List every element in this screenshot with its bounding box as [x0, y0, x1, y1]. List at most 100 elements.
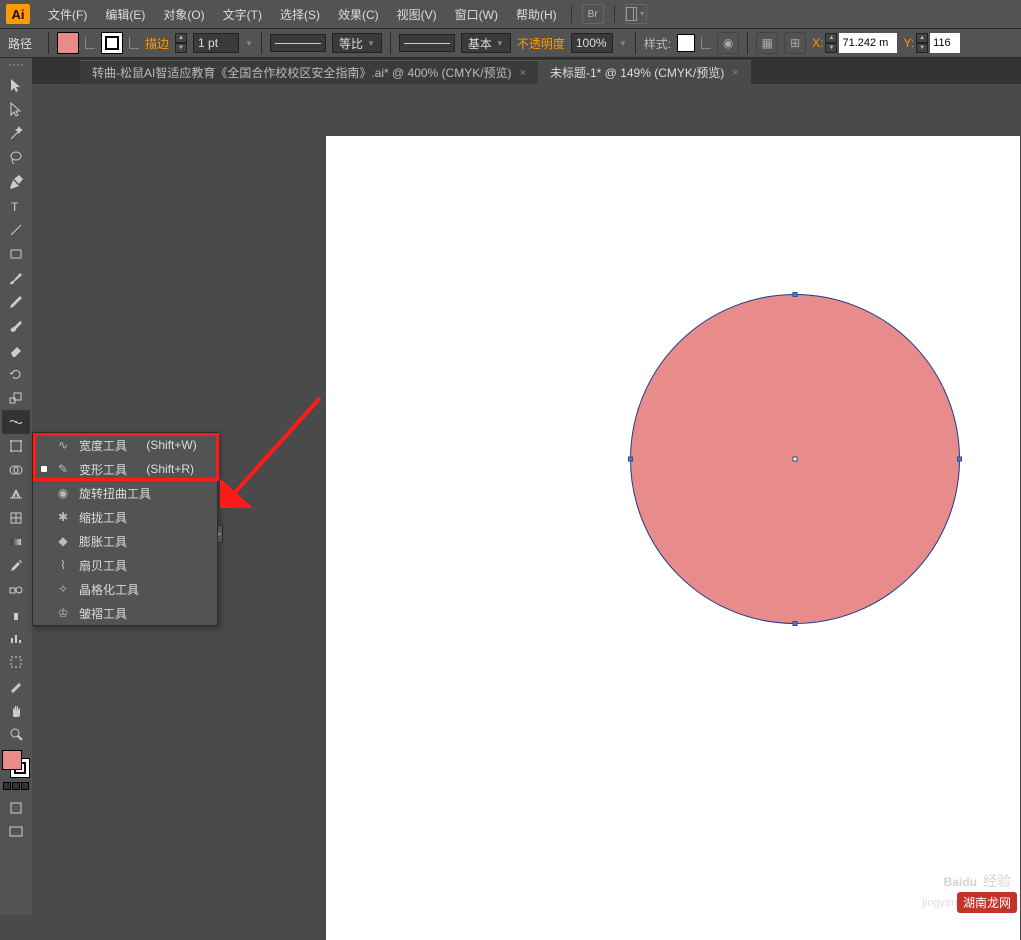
document-tabs: 转曲-松鼠AI智适应教育《全国合作校校区安全指南》.ai* @ 400% (CM…: [32, 58, 1021, 84]
pen-tool[interactable]: [2, 170, 30, 194]
document-tab[interactable]: 未标题-1* @ 149% (CMYK/预览)×: [538, 60, 751, 84]
separator: [48, 32, 49, 54]
stroke-weight-stepper[interactable]: ▲▼: [175, 33, 187, 53]
color-mode-gradient[interactable]: [12, 782, 20, 790]
flyout-item-bloat[interactable]: ◆膨胀工具: [33, 529, 217, 553]
graphic-style-swatch[interactable]: [677, 34, 695, 52]
y-stepper[interactable]: ▲▼: [916, 33, 928, 53]
pencil-tool[interactable]: [2, 290, 30, 314]
stroke-label[interactable]: 描边: [145, 35, 169, 52]
menu-edit[interactable]: 编辑(E): [97, 2, 153, 27]
type-tool[interactable]: T: [2, 194, 30, 218]
x-label: X:: [812, 36, 823, 50]
fill-swatch[interactable]: [2, 750, 22, 770]
selection-context-label: 路径: [8, 35, 32, 52]
width-tool[interactable]: [2, 410, 30, 434]
bridge-button[interactable]: Br: [582, 4, 604, 24]
scale-tool[interactable]: [2, 386, 30, 410]
color-mode-none[interactable]: [21, 782, 29, 790]
flyout-item-wrinkle[interactable]: ♔皱褶工具: [33, 601, 217, 625]
stroke-color-swatch[interactable]: [101, 32, 123, 54]
center-handle[interactable]: [793, 457, 798, 462]
slice-tool[interactable]: [2, 674, 30, 698]
stroke-weight-input[interactable]: 1 pt: [193, 33, 239, 53]
opacity-label[interactable]: 不透明度: [517, 35, 565, 52]
artboard-tool[interactable]: [2, 650, 30, 674]
menu-object[interactable]: 对象(O): [155, 2, 212, 27]
flyout-item-crystallize[interactable]: ✧晶格化工具: [33, 577, 217, 601]
brush-preview[interactable]: [399, 34, 455, 52]
menu-effect[interactable]: 效果(C): [330, 2, 387, 27]
column-graph-tool[interactable]: [2, 626, 30, 650]
mesh-tool[interactable]: [2, 506, 30, 530]
style-dropdown-icon[interactable]: [701, 37, 711, 49]
menu-file[interactable]: 文件(F): [40, 2, 95, 27]
free-transform-tool[interactable]: [2, 434, 30, 458]
width-tool-flyout: ∿宽度工具 (Shift+W) ✎变形工具 (Shift+R) ◉旋转扭曲工具 …: [32, 432, 218, 626]
profile-select[interactable]: 等比▼: [332, 33, 382, 53]
menu-select[interactable]: 选择(S): [272, 2, 328, 27]
zoom-tool[interactable]: [2, 722, 30, 746]
gradient-tool[interactable]: [2, 530, 30, 554]
eyedropper-tool[interactable]: [2, 554, 30, 578]
style-label: 样式:: [644, 35, 671, 52]
close-icon[interactable]: ×: [520, 67, 526, 79]
fill-dropdown-icon[interactable]: [85, 37, 95, 49]
close-icon[interactable]: ×: [732, 67, 738, 79]
menu-type[interactable]: 文字(T): [215, 2, 270, 27]
color-mode-fill[interactable]: [3, 782, 11, 790]
flyout-item-scallop[interactable]: ⌇扇贝工具: [33, 553, 217, 577]
menu-view[interactable]: 视图(V): [389, 2, 445, 27]
anchor-handle[interactable]: [628, 457, 633, 462]
magic-wand-tool[interactable]: [2, 122, 30, 146]
rotate-tool[interactable]: [2, 362, 30, 386]
eraser-tool[interactable]: [2, 338, 30, 362]
flyout-item-warp[interactable]: ✎变形工具 (Shift+R): [33, 457, 217, 481]
recolor-artwork-button[interactable]: ◉: [717, 32, 739, 54]
menu-window[interactable]: 窗口(W): [447, 2, 506, 27]
flyout-item-pucker[interactable]: ✱缩拢工具: [33, 505, 217, 529]
align-button[interactable]: ▦: [756, 32, 778, 54]
blob-brush-tool[interactable]: [2, 314, 30, 338]
flyout-item-twirl[interactable]: ◉旋转扭曲工具: [33, 481, 217, 505]
screen-mode-button[interactable]: [2, 820, 30, 844]
warp-icon: ✎: [55, 462, 71, 476]
tearoff-handle[interactable]: ▸: [218, 525, 223, 543]
anchor-handle[interactable]: [793, 621, 798, 626]
lasso-tool[interactable]: [2, 146, 30, 170]
tools-panel: T: [0, 58, 32, 915]
direct-selection-tool[interactable]: [2, 98, 30, 122]
document-tab[interactable]: 转曲-松鼠AI智适应教育《全国合作校校区安全指南》.ai* @ 400% (CM…: [80, 60, 538, 84]
selected-ellipse[interactable]: [630, 294, 960, 624]
transform-button[interactable]: ⊞: [784, 32, 806, 54]
brush-select[interactable]: 基本▼: [461, 33, 511, 53]
stroke-dropdown-icon[interactable]: [129, 37, 139, 49]
variable-width-profile[interactable]: [270, 34, 326, 52]
perspective-grid-tool[interactable]: [2, 482, 30, 506]
line-segment-tool[interactable]: [2, 218, 30, 242]
x-input[interactable]: 71.242 m: [839, 33, 897, 53]
arrange-documents-button[interactable]: ▼: [625, 4, 647, 24]
twirl-icon: ◉: [55, 486, 71, 500]
anchor-handle[interactable]: [793, 292, 798, 297]
menubar: Ai 文件(F) 编辑(E) 对象(O) 文字(T) 选择(S) 效果(C) 视…: [0, 0, 1021, 28]
x-stepper[interactable]: ▲▼: [825, 33, 837, 53]
selection-tool[interactable]: [2, 74, 30, 98]
menu-help[interactable]: 帮助(H): [508, 2, 565, 27]
fill-stroke-swatches[interactable]: [2, 750, 30, 778]
hand-tool[interactable]: [2, 698, 30, 722]
anchor-handle[interactable]: [957, 457, 962, 462]
rectangle-tool[interactable]: [2, 242, 30, 266]
panel-grip[interactable]: [4, 64, 28, 70]
separator: [614, 5, 615, 23]
shape-builder-tool[interactable]: [2, 458, 30, 482]
blend-tool[interactable]: [2, 578, 30, 602]
opacity-input[interactable]: 100%: [571, 33, 613, 53]
flyout-item-width[interactable]: ∿宽度工具 (Shift+W): [33, 433, 217, 457]
paintbrush-tool[interactable]: [2, 266, 30, 290]
y-input[interactable]: 116: [930, 33, 960, 53]
bloat-icon: ◆: [55, 534, 71, 548]
fill-color-swatch[interactable]: [57, 32, 79, 54]
symbol-sprayer-tool[interactable]: [2, 602, 30, 626]
draw-mode-button[interactable]: [2, 796, 30, 820]
